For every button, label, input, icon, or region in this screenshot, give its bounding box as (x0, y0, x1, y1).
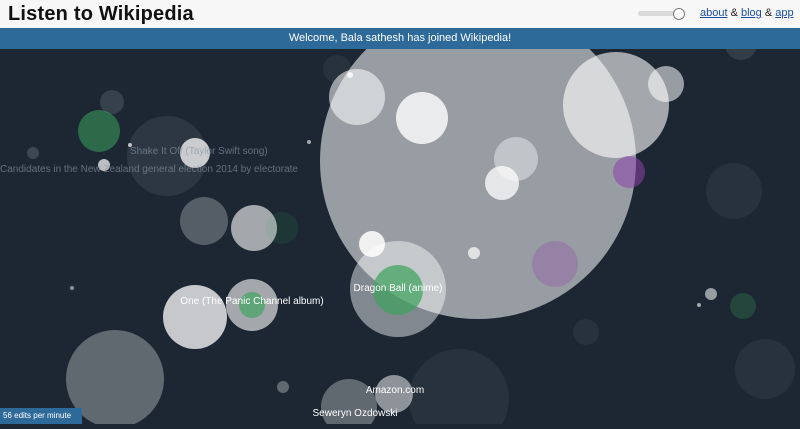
about-link[interactable]: about (700, 7, 728, 19)
welcome-message: Welcome, Bala sathesh has joined Wikiped… (288, 32, 512, 44)
header-bar: Listen to Wikipedia about & blog & app (0, 0, 800, 28)
edit-bubble[interactable] (180, 197, 228, 245)
article-label[interactable]: Seweryn Ozdowski (312, 408, 397, 419)
page-title: Listen to Wikipedia (8, 3, 194, 25)
edit-bubble[interactable] (277, 381, 289, 393)
edit-bubble[interactable] (359, 231, 385, 257)
edit-bubble[interactable] (532, 241, 578, 287)
edit-bubble[interactable] (648, 66, 684, 102)
edit-bubble[interactable] (266, 212, 298, 244)
edit-bubble[interactable] (27, 147, 39, 159)
app-link[interactable]: app (775, 7, 793, 19)
edit-bubble[interactable] (70, 286, 74, 290)
faded-article-label: Candidates in the New Zealand general el… (0, 164, 298, 175)
edit-bubble[interactable] (485, 166, 519, 200)
edit-bubble[interactable] (735, 339, 795, 399)
article-label[interactable]: One (The Panic Channel album) (180, 296, 323, 307)
edit-bubble[interactable] (705, 288, 717, 300)
edit-visualization: Shake It Off (Taylor Swift song) Candida… (0, 3, 800, 429)
edit-bubble[interactable] (730, 293, 756, 319)
welcome-banner: Welcome, Bala sathesh has joined Wikiped… (0, 28, 800, 49)
edit-bubble[interactable] (323, 55, 351, 83)
volume-slider[interactable] (638, 8, 685, 20)
edit-rate: 56 edits per minute (0, 408, 83, 424)
bubble-canvas (27, 3, 795, 429)
edit-bubble[interactable] (468, 247, 480, 259)
edit-bubble[interactable] (706, 163, 762, 219)
article-label[interactable]: Dragon Ball (anime) (354, 283, 443, 294)
edit-bubble[interactable] (307, 140, 311, 144)
edit-bubble[interactable] (613, 156, 645, 188)
article-label[interactable]: Amazon.com (366, 385, 424, 396)
edit-bubble[interactable] (697, 303, 701, 307)
edit-bubble[interactable] (78, 110, 120, 152)
volume-thumb[interactable] (673, 8, 685, 20)
edit-bubble[interactable] (563, 52, 669, 158)
edit-bubble[interactable] (163, 285, 227, 349)
edit-bubble[interactable] (573, 319, 599, 345)
blog-link[interactable]: blog (741, 7, 762, 19)
link-separator: & (730, 7, 738, 19)
link-separator: & (764, 7, 773, 19)
faded-article-label: Shake It Off (Taylor Swift song) (130, 146, 268, 157)
edit-bubble[interactable] (100, 90, 124, 114)
header-links: about & blog & app (700, 7, 794, 19)
edit-bubble[interactable] (396, 92, 448, 144)
edit-bubble[interactable] (725, 28, 757, 60)
